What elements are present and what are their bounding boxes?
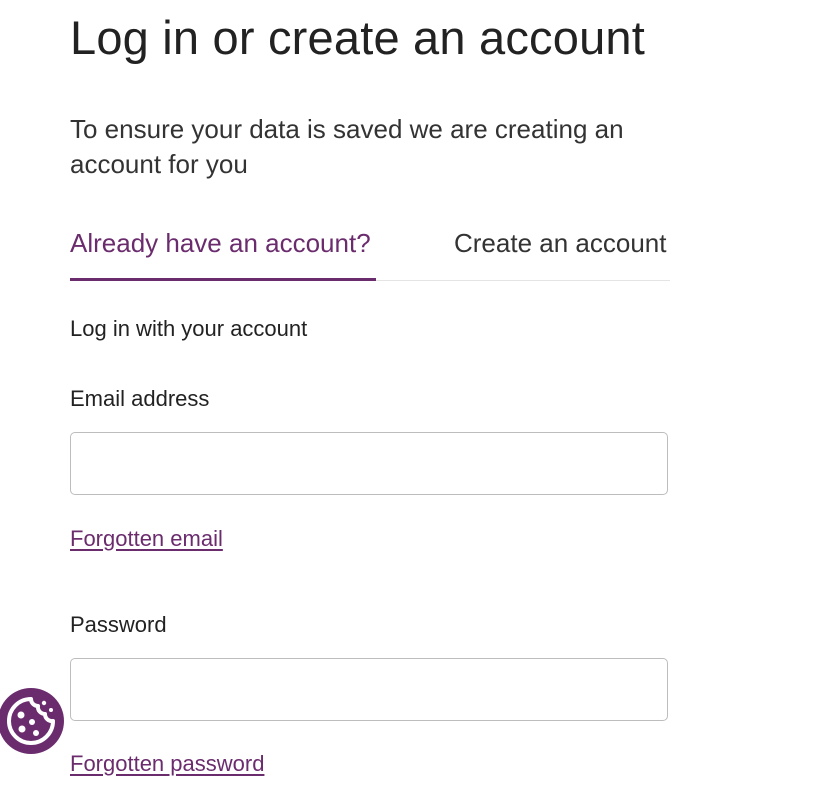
forgotten-password-link[interactable]: Forgotten password — [70, 751, 264, 777]
intro-text: To ensure your data is saved we are crea… — [70, 114, 624, 179]
email-label: Email address — [70, 386, 210, 411]
forgotten-email-link[interactable]: Forgotten email — [70, 526, 223, 552]
tab-create-account[interactable]: Create an account — [454, 222, 666, 278]
cookie-icon — [7, 697, 55, 745]
password-field[interactable] — [70, 658, 668, 721]
login-section-heading: Log in with your account — [70, 316, 308, 341]
email-field[interactable] — [70, 432, 668, 495]
account-tabs: Already have an account? Create an accou… — [70, 222, 670, 281]
page-title: Log in or create an account — [70, 11, 645, 64]
password-label: Password — [70, 612, 167, 637]
tab-already-have-account[interactable]: Already have an account? — [70, 222, 376, 281]
cookie-settings-button[interactable] — [0, 688, 64, 754]
login-page: Log in or create an account To ensure yo… — [0, 0, 822, 800]
